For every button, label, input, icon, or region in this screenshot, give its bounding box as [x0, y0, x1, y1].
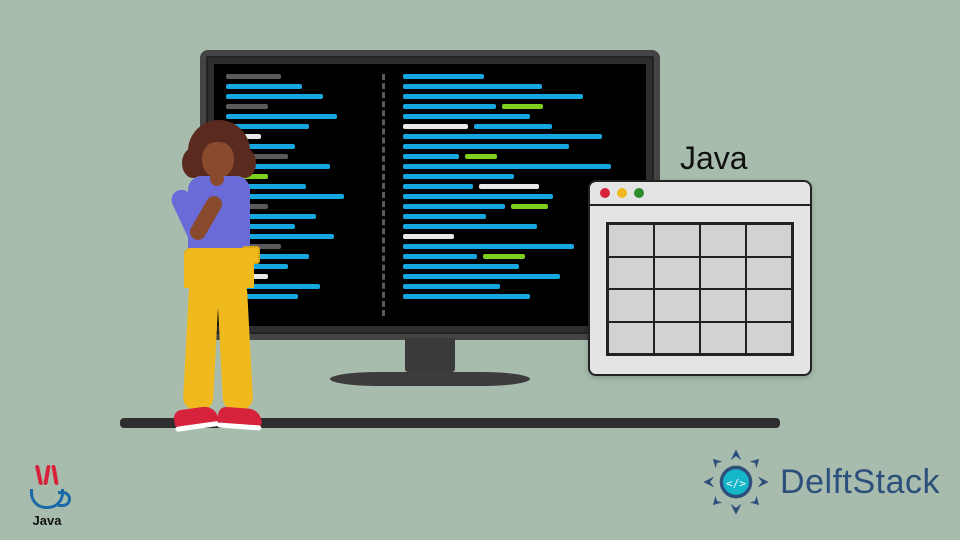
person-shoe-right	[217, 406, 262, 427]
close-dot-icon	[600, 188, 610, 198]
delftstack-badge-icon: </>	[702, 448, 770, 516]
grid-cell	[700, 322, 746, 355]
grid-cell	[654, 322, 700, 355]
person-shoe-left	[173, 405, 219, 429]
grid-cell	[700, 224, 746, 257]
person-hand	[210, 172, 224, 186]
window-titlebar	[590, 182, 810, 206]
grid-cell	[608, 224, 654, 257]
person-illustration	[150, 130, 280, 430]
grid-cell	[746, 224, 792, 257]
grid-cell	[654, 224, 700, 257]
java-steam-icon	[37, 465, 57, 487]
delftstack-brand: </> DelftStack	[702, 448, 940, 516]
grid-cell	[608, 289, 654, 322]
monitor-stand-neck	[405, 338, 455, 372]
person-leg-right	[217, 279, 254, 410]
grid-cell	[746, 257, 792, 290]
monitor-stand-base	[330, 372, 530, 386]
grid-cell	[654, 257, 700, 290]
svg-text:</>: </>	[726, 477, 746, 490]
grid-cell	[608, 257, 654, 290]
person-leg-left	[183, 279, 220, 410]
grid-cell	[746, 322, 792, 355]
data-grid	[606, 222, 794, 356]
java-logo-text: Java	[18, 513, 76, 528]
grid-cell	[654, 289, 700, 322]
delftstack-wordmark: DelftStack	[780, 463, 940, 502]
java-cup-icon	[30, 489, 64, 509]
java-logo-icon: Java	[18, 465, 76, 528]
grid-cell	[608, 322, 654, 355]
minimize-dot-icon	[617, 188, 627, 198]
code-divider	[382, 74, 385, 316]
java-label: Java	[680, 140, 748, 177]
grid-window	[588, 180, 812, 376]
grid-cell	[700, 289, 746, 322]
grid-cell	[700, 257, 746, 290]
grid-cell	[746, 289, 792, 322]
maximize-dot-icon	[634, 188, 644, 198]
